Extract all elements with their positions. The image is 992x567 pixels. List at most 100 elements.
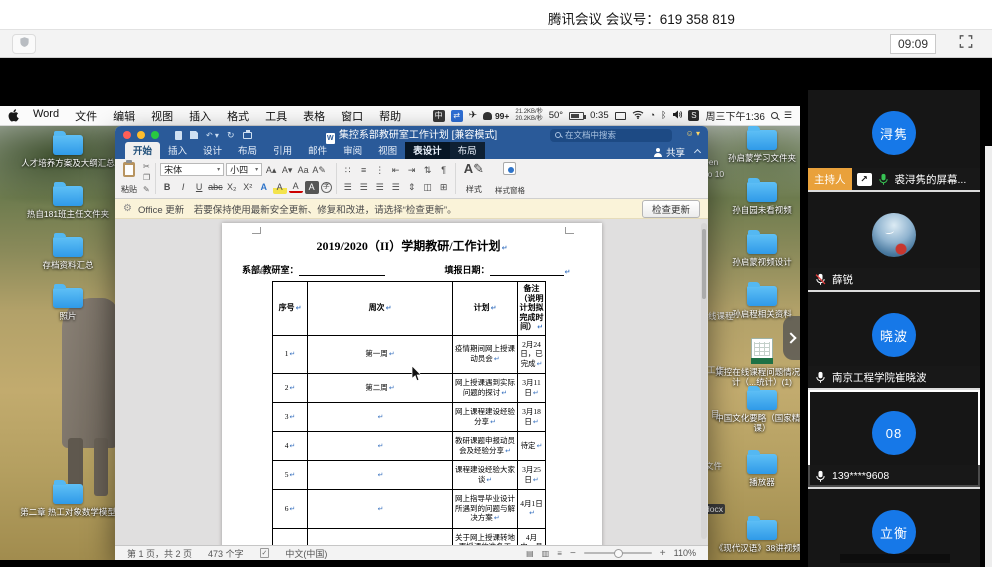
cell-note[interactable]: 4月中，具体待定↵ bbox=[518, 528, 546, 545]
cell-note[interactable]: 3月18日↵ bbox=[518, 403, 546, 432]
cell-note[interactable]: 4月1日↵ bbox=[518, 490, 546, 529]
zoom-level[interactable]: 110% bbox=[674, 548, 696, 558]
table-header-cell[interactable]: 计划↵ bbox=[453, 282, 518, 336]
cell-week[interactable]: 第二周↵ bbox=[308, 374, 453, 403]
cell-plan[interactable]: 网上授课遇到实际问题的探讨↵ bbox=[453, 374, 518, 403]
cell-plan[interactable]: 网上指导毕业设计所遇到的问题与解决方案↵ bbox=[453, 490, 518, 529]
ribbon-tab[interactable]: 表设计 bbox=[405, 142, 450, 159]
table-move-handle[interactable] bbox=[258, 267, 265, 276]
cell-note[interactable]: 3月25日↵ bbox=[518, 461, 546, 490]
desktop-folder[interactable]: 《现代汉语》38讲视频版 bbox=[715, 520, 800, 560]
font-tool-icon[interactable]: A✎ bbox=[312, 163, 326, 176]
menu-item[interactable]: Word bbox=[33, 108, 59, 124]
font-style-icon[interactable]: X₂ bbox=[225, 181, 239, 194]
styles-button[interactable]: 样式 bbox=[460, 161, 488, 196]
format-painter-icon[interactable] bbox=[143, 185, 150, 195]
desktop-folder[interactable]: 播放器 bbox=[747, 454, 777, 506]
menubar-datetime[interactable]: 周三下午1:36 bbox=[705, 108, 764, 123]
desktop-folder[interactable]: 热自181班主任文件夹 bbox=[27, 186, 109, 237]
notification-bell-icon[interactable] bbox=[483, 112, 492, 120]
paragraph-tool-icon[interactable]: ⋮ bbox=[373, 163, 387, 176]
ribbon-tab[interactable]: 引用 bbox=[265, 142, 300, 159]
zoom-window-button[interactable] bbox=[151, 131, 159, 139]
font-tool-icon[interactable]: A▴ bbox=[264, 163, 278, 176]
wifi-icon[interactable] bbox=[632, 110, 644, 122]
cell-no[interactable]: 2↵ bbox=[273, 374, 308, 403]
font-name-select[interactable]: 宋体 bbox=[160, 163, 224, 176]
cell-week[interactable]: ↵ bbox=[308, 432, 453, 461]
participant-tile[interactable]: 立衡 bbox=[808, 489, 980, 567]
desktop-folder[interactable]: 孙启蒙学习文件夹 bbox=[728, 130, 796, 182]
menu-item[interactable]: 文件 bbox=[75, 108, 97, 124]
read-mode-icon[interactable] bbox=[526, 549, 534, 558]
fullscreen-button[interactable] bbox=[954, 35, 978, 53]
menu-item[interactable]: 工具 bbox=[265, 108, 287, 124]
participant-tile[interactable]: 薛锐 bbox=[808, 192, 980, 292]
control-center-icon[interactable] bbox=[784, 110, 792, 121]
font-style-icon[interactable]: abc bbox=[208, 181, 223, 194]
table-header-cell[interactable]: 周次↵ bbox=[308, 282, 453, 336]
page-indicator[interactable]: 第 1 页，共 2 页 bbox=[127, 547, 192, 560]
ribbon-tab[interactable]: 设计 bbox=[195, 142, 230, 159]
ribbon-tab[interactable]: 插入 bbox=[160, 142, 195, 159]
language-indicator[interactable]: 中文(中国) bbox=[285, 547, 327, 560]
desktop-folder[interactable]: 孙启蒙视频设计 bbox=[732, 234, 792, 286]
cell-plan[interactable]: 关于网上授课转地面授课的准备工作、动员及复课安排讨论↵ bbox=[453, 528, 518, 545]
ribbon-tab[interactable]: 邮件 bbox=[300, 142, 335, 159]
ribbon-tab[interactable]: 布局 bbox=[230, 142, 265, 159]
apple-menu-icon[interactable] bbox=[8, 109, 19, 122]
cell-no[interactable]: 3↵ bbox=[273, 403, 308, 432]
proofing-icon[interactable] bbox=[260, 548, 270, 558]
cell-no[interactable]: 1↵ bbox=[273, 335, 308, 374]
word-count[interactable]: 473 个字 bbox=[208, 547, 244, 560]
cell-plan[interactable]: 教研课题申报动员会及经验分享↵ bbox=[453, 432, 518, 461]
cell-plan[interactable]: 课程建设经验大家谈↵ bbox=[453, 461, 518, 490]
desktop-folder[interactable]: 中国文化要略（国家精品课） bbox=[713, 390, 800, 442]
alignment-tool-icon[interactable]: ☰ bbox=[341, 181, 355, 194]
table-header-cell[interactable]: 备注（说明计划拟完成时间）↵ bbox=[518, 282, 546, 336]
new-document-icon[interactable] bbox=[175, 131, 182, 140]
input-method-icon[interactable] bbox=[433, 110, 445, 122]
cell-week[interactable]: 第一周↵ bbox=[308, 335, 453, 374]
cell-week[interactable]: ↵ bbox=[308, 528, 453, 545]
font-style-icon[interactable]: B bbox=[160, 181, 174, 194]
font-tool-icon[interactable]: Aa bbox=[296, 163, 310, 176]
print-layout-icon[interactable] bbox=[542, 549, 550, 558]
cell-week[interactable]: ↵ bbox=[308, 403, 453, 432]
desktop-folder[interactable]: 照片 bbox=[53, 288, 83, 339]
cell-no[interactable]: 4↵ bbox=[273, 432, 308, 461]
cell-plan[interactable]: 网上课程建设经验分享↵ bbox=[453, 403, 518, 432]
participant-tile[interactable]: 浔隽 主持人 裘浔隽的屏幕... bbox=[808, 90, 980, 192]
alignment-tool-icon[interactable]: ⊞ bbox=[437, 181, 451, 194]
alignment-tool-icon[interactable]: ☰ bbox=[389, 181, 403, 194]
menu-item[interactable]: 编辑 bbox=[113, 108, 135, 124]
participant-tile[interactable]: 晓波 南京工程学院崔晓波 bbox=[808, 292, 980, 390]
document-scrollbar[interactable] bbox=[701, 223, 707, 539]
desktop-folder[interactable]: 孙自园未看视频 bbox=[732, 182, 792, 234]
cell-no[interactable]: 6↵ bbox=[273, 490, 308, 529]
zoom-slider-handle[interactable] bbox=[614, 549, 623, 558]
ribbon-tab[interactable]: 审阅 bbox=[335, 142, 370, 159]
undo-icon[interactable] bbox=[206, 130, 219, 140]
alignment-tool-icon[interactable]: ⇕ bbox=[405, 181, 419, 194]
desktop-folder[interactable]: 第二章 热工对象数学模型 bbox=[20, 484, 116, 535]
font-style-icon[interactable]: A bbox=[273, 181, 287, 194]
cell-note[interactable]: 2月24日，已完成↵ bbox=[518, 335, 546, 374]
menu-item[interactable]: 表格 bbox=[303, 108, 325, 124]
style-pane-button[interactable]: 样式窗格 bbox=[491, 161, 529, 196]
font-style-icon[interactable]: I bbox=[176, 181, 190, 194]
close-window-button[interactable] bbox=[123, 131, 131, 139]
paragraph-tool-icon[interactable]: ∷ bbox=[341, 163, 355, 176]
paragraph-tool-icon[interactable]: ⇅ bbox=[421, 163, 435, 176]
collapse-ribbon-icon[interactable] bbox=[694, 148, 701, 155]
cell-plan[interactable]: 疫情期间网上授课动员会↵ bbox=[453, 335, 518, 374]
security-shield-button[interactable] bbox=[12, 34, 36, 54]
alignment-tool-icon[interactable]: ☰ bbox=[373, 181, 387, 194]
cell-no[interactable]: 7↵ bbox=[273, 528, 308, 545]
participant-tile[interactable]: 08 139****9608 bbox=[808, 390, 980, 489]
spotlight-search-icon[interactable] bbox=[771, 112, 778, 119]
paragraph-tool-icon[interactable]: ⇤ bbox=[389, 163, 403, 176]
cut-icon[interactable] bbox=[143, 162, 150, 172]
sogou-input-icon[interactable]: S bbox=[688, 110, 699, 121]
battery-icon[interactable] bbox=[569, 112, 584, 120]
